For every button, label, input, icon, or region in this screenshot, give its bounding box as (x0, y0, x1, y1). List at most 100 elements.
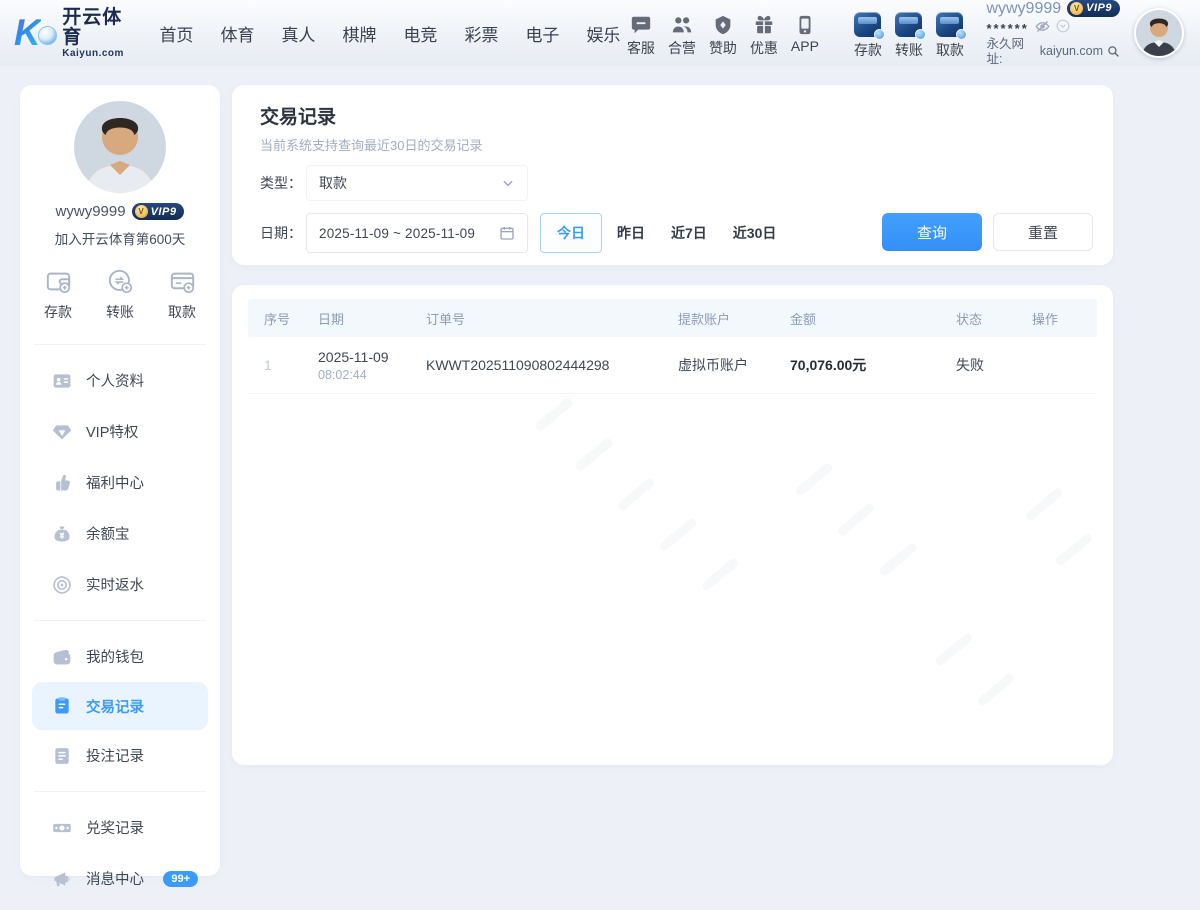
divider (34, 344, 206, 345)
brand-logo[interactable]: K 开云体育 Kaiyun.com (14, 8, 137, 59)
date-range-input[interactable]: 2025-11-09 ~ 2025-11-09 (306, 213, 528, 253)
filter-buttons: 查询 重置 (882, 213, 1093, 251)
nav-live[interactable]: 真人 (281, 21, 315, 46)
quick-date-30days[interactable]: 近30日 (722, 213, 788, 253)
sidebar-quick-actions: 存款 转账 取款 (20, 248, 220, 340)
username[interactable]: wywy9999 (986, 1, 1061, 16)
type-select[interactable]: 取款 (306, 165, 528, 201)
type-filter-row: 类型： 取款 (260, 165, 528, 201)
header-wallet-links: 存款 转账 取款 (847, 6, 970, 60)
page-subtitle: 当前系统支持查询最近30日的交易记录 (260, 135, 482, 154)
profile-avatar[interactable] (74, 101, 166, 193)
app-link[interactable]: APP (784, 9, 825, 54)
deposit-icon (854, 12, 881, 37)
eye-off-icon[interactable] (1035, 19, 1050, 34)
col-status: 状态 (940, 309, 1016, 328)
deposit-link[interactable]: 存款 (847, 6, 888, 60)
service-link[interactable]: 客服 (620, 9, 661, 58)
page-title: 交易记录 (260, 102, 336, 129)
quick-deposit-button[interactable]: 存款 (44, 268, 72, 322)
col-account: 提款账户 (662, 309, 774, 328)
prize-icon (52, 818, 72, 838)
nav-home[interactable]: 首页 (159, 21, 193, 46)
sidebar-item-vip[interactable]: VIP特权 (20, 406, 220, 457)
sidebar-item-welfare[interactable]: 福利中心 (20, 457, 220, 508)
chevron-down-icon (501, 176, 515, 190)
records-table-card: 序号 日期 订单号 提款账户 金额 状态 操作 1 2025-11-09 08:… (232, 285, 1113, 765)
transfer-icon (895, 12, 922, 37)
sponsor-link[interactable]: 赞助 (702, 9, 743, 58)
quick-withdraw-button[interactable]: 取款 (168, 268, 196, 322)
quick-date-today[interactable]: 今日 (540, 213, 602, 253)
wallet2-icon (52, 647, 72, 667)
sidebar-item-messages[interactable]: 消息中心 99+ (20, 853, 220, 904)
sidebar-item-bet-records[interactable]: 投注记录 (20, 730, 220, 781)
filter-card: 交易记录 当前系统支持查询最近30日的交易记录 类型： 取款 日期： 2025-… (232, 85, 1113, 265)
moneybag-icon (52, 524, 72, 544)
nav-chess[interactable]: 棋牌 (342, 21, 376, 46)
quick-transfer-button[interactable]: 转账 (106, 268, 134, 322)
col-no: 序号 (248, 309, 302, 328)
header-user-block: wywy9999 V VIP9 ****** 永久网址: kaiyun.com (986, 0, 1120, 67)
phone-icon (784, 9, 825, 35)
sponsor-icon (702, 9, 743, 35)
partners-link[interactable]: 合营 (661, 9, 702, 58)
calendar-icon (499, 225, 515, 241)
vip-gem-icon: V (135, 205, 148, 218)
quick-date-7days[interactable]: 近7日 (660, 213, 718, 253)
site-url[interactable]: kaiyun.com (1040, 44, 1103, 59)
logo-letter: K (14, 12, 41, 53)
withdraw-link[interactable]: 取款 (929, 6, 970, 60)
date-range-value: 2025-11-09 ~ 2025-11-09 (319, 226, 499, 241)
col-amount: 金额 (774, 309, 940, 328)
quick-date-yesterday[interactable]: 昨日 (606, 213, 656, 253)
joined-days-text: 加入开云体育第600天 (20, 228, 220, 248)
site-url-label: 永久网址: (986, 37, 1037, 67)
magnifier-icon[interactable] (1107, 45, 1120, 58)
row-date: 2025-11-09 08:02:44 (302, 349, 410, 382)
row-amount: 70,076.00元 (774, 355, 940, 375)
row-account: 虚拟币账户 (662, 355, 774, 375)
soccer-ball-icon (38, 26, 57, 45)
sidebar-item-wallet[interactable]: 我的钱包 (20, 631, 220, 682)
sidebar-item-transactions[interactable]: 交易记录 (32, 682, 208, 730)
col-action: 操作 (1016, 309, 1097, 328)
vip-diamond-icon (52, 422, 72, 442)
profile-vip-badge[interactable]: V VIP9 (132, 203, 185, 220)
user-avatar[interactable] (1134, 8, 1184, 58)
search-button[interactable]: 查询 (882, 213, 982, 251)
kaiyun-logo-icon: K (14, 13, 57, 53)
main-content: 交易记录 当前系统支持查询最近30日的交易记录 类型： 取款 日期： 2025-… (232, 85, 1113, 876)
date-filter-row: 日期： 2025-11-09 ~ 2025-11-09 今日 昨日 近7日 近3… (260, 213, 787, 253)
nav-esports[interactable]: 电竞 (403, 21, 437, 46)
id-card-icon (52, 371, 72, 391)
reset-button[interactable]: 重置 (993, 213, 1093, 251)
sidebar-item-yuebao[interactable]: 余额宝 (20, 508, 220, 559)
chat-icon (620, 9, 661, 35)
chevron-circle-icon[interactable] (1056, 19, 1070, 33)
row-order-no: KWWT202511090802444298 (410, 357, 662, 373)
date-label: 日期： (260, 223, 306, 243)
divider (34, 620, 206, 621)
transactions-icon (52, 696, 72, 716)
divider (34, 791, 206, 792)
transfer-link[interactable]: 转账 (888, 6, 929, 60)
sidebar-menu-group-3: 兑奖记录 消息中心 99+ (20, 796, 220, 910)
type-select-value: 取款 (319, 173, 501, 193)
nav-sports[interactable]: 体育 (220, 21, 254, 46)
row-no: 1 (248, 357, 302, 373)
vip-badge[interactable]: V VIP9 (1067, 0, 1120, 17)
sidebar-item-profile[interactable]: 个人资料 (20, 355, 220, 406)
message-icon (52, 869, 72, 889)
nav-lottery[interactable]: 彩票 (464, 21, 498, 46)
sidebar: wywy9999 V VIP9 加入开云体育第600天 存款 转账 取款 个人资… (20, 85, 220, 876)
row-status: 失败 (940, 355, 1016, 375)
table-header: 序号 日期 订单号 提款账户 金额 状态 操作 (248, 299, 1097, 337)
sidebar-item-prize-records[interactable]: 兑奖记录 (20, 802, 220, 853)
promo-link[interactable]: 优惠 (743, 9, 784, 58)
nav-entertainment[interactable]: 娱乐 (586, 21, 620, 46)
nav-slots[interactable]: 电子 (525, 21, 559, 46)
sidebar-item-rebate[interactable]: 实时返水 (20, 559, 220, 610)
quick-date-buttons: 今日 昨日 近7日 近30日 (540, 213, 787, 253)
type-label: 类型： (260, 173, 306, 193)
